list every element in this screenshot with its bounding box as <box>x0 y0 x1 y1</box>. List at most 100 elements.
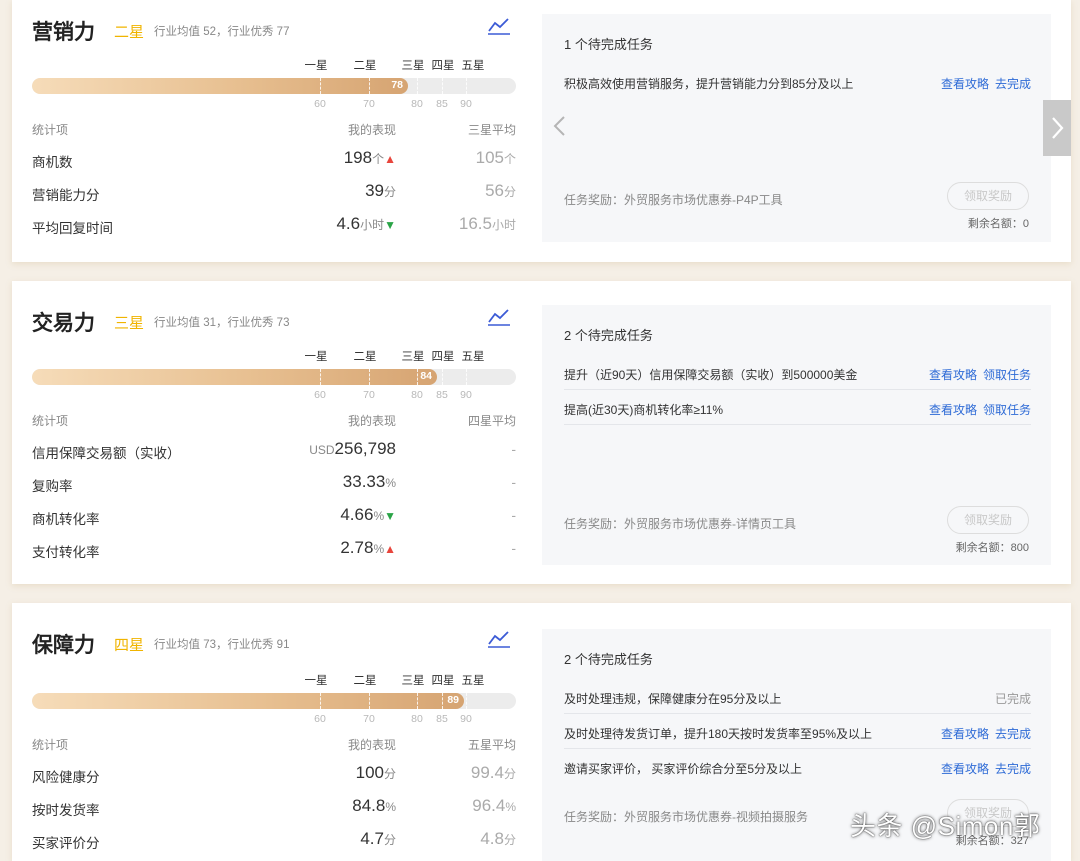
score-value: 78 <box>391 79 403 91</box>
carousel-next-button[interactable] <box>1043 100 1071 156</box>
stats-header: 统计项 我的表现 三星平均 <box>32 121 516 137</box>
section-title: 营销力 <box>32 21 95 44</box>
completed-status: 已完成 <box>994 692 1031 706</box>
header-mine: 我的表现 <box>347 123 396 137</box>
go-complete-link[interactable]: 去完成 <box>995 762 1031 776</box>
tick-label: 85 <box>436 713 448 725</box>
task-text: 及时处理待发货订单，提升180天按时发货率至95%及以上 <box>564 727 873 741</box>
task-panel: 2 个待完成任务 提升（近90天）信用保障交易额（实收）到500000美金 查看… <box>542 305 1051 565</box>
row-value: 4.7分 <box>360 829 396 848</box>
task-item: 及时处理待发货订单，提升180天按时发货率至95%及以上 查看攻略 去完成 <box>564 714 1031 749</box>
carousel-prev-icon[interactable] <box>550 114 568 138</box>
view-guide-link[interactable]: 查看攻略 <box>941 762 989 776</box>
row-avg: - <box>511 441 516 457</box>
row-value: 2.78%▲ <box>340 538 396 557</box>
stats-row: 营销能力分 39分 56分 <box>32 181 516 203</box>
task-reward: 任务奖励：外贸服务市场优惠券-P4P工具 <box>564 193 783 207</box>
trend-chart-icon[interactable] <box>487 306 511 326</box>
section-left-panel: 营销力 二星 行业均值 52，行业优秀 77 一星 二星 三星 四星 五星 78… <box>32 0 532 262</box>
stats-row: 风险健康分 100分 99.4分 <box>32 763 516 785</box>
star-level-badge: 四星 <box>114 637 145 654</box>
header-avg: 四星平均 <box>467 414 516 428</box>
stats-row: 信用保障交易额（实收） USD256,798 - <box>32 439 516 461</box>
task-count-title: 1 个待完成任务 <box>564 37 653 52</box>
tick-label: 60 <box>314 389 326 401</box>
task-text: 提高(近30天)商机转化率≥11% <box>564 403 724 417</box>
trend-chart-icon[interactable] <box>487 15 511 35</box>
task-text: 及时处理违规，保障健康分在95分及以上 <box>564 692 782 706</box>
star-mark: 五星 <box>461 351 485 363</box>
row-label: 复购率 <box>32 479 73 494</box>
score-bar: 84 <box>32 369 516 385</box>
trend-up-icon: ▲ <box>384 542 396 556</box>
score-ticks: 60 70 80 85 90 <box>32 389 532 401</box>
score-ticks: 60 70 80 85 90 <box>32 713 532 725</box>
go-complete-link[interactable]: 去完成 <box>995 77 1031 91</box>
row-avg: - <box>511 474 516 490</box>
view-guide-link[interactable]: 查看攻略 <box>929 403 977 417</box>
row-value: 84.8% <box>352 796 396 815</box>
trend-down-icon: ▼ <box>384 509 396 523</box>
row-avg: 105个 <box>475 148 516 167</box>
score-bar-fill <box>32 693 464 709</box>
header-mine: 我的表现 <box>347 414 396 428</box>
tick-label: 70 <box>363 713 375 725</box>
header-item: 统计项 <box>32 738 69 752</box>
star-mark: 三星 <box>401 60 425 72</box>
header-item: 统计项 <box>32 414 69 428</box>
tick-label: 60 <box>314 713 326 725</box>
row-value: USD256,798 <box>309 439 396 458</box>
tick-label: 85 <box>436 98 448 110</box>
view-guide-link[interactable]: 查看攻略 <box>941 727 989 741</box>
star-mark: 五星 <box>461 675 485 687</box>
score-ticks: 60 70 80 85 90 <box>32 98 532 110</box>
star-mark: 一星 <box>304 675 328 687</box>
claim-reward-button[interactable]: 领取奖励 <box>947 506 1029 534</box>
row-value: 4.6小时▼ <box>336 214 396 233</box>
industry-benchmark: 行业均值 31，行业优秀 73 <box>154 317 290 329</box>
score-bar: 78 <box>32 78 516 94</box>
row-value: 100分 <box>355 763 396 782</box>
header-avg: 五星平均 <box>467 738 516 752</box>
star-mark: 四星 <box>431 351 455 363</box>
task-item: 积极高效使用营销服务，提升营销能力分到85分及以上 查看攻略 去完成 <box>564 64 1031 99</box>
row-label: 平均回复时间 <box>32 221 113 236</box>
stats-row: 平均回复时间 4.6小时▼ 16.5小时 <box>32 214 516 236</box>
star-mark: 一星 <box>304 351 328 363</box>
row-label: 支付转化率 <box>32 545 100 560</box>
row-label: 买家评价分 <box>32 836 100 851</box>
tick-label: 90 <box>460 98 472 110</box>
star-mark: 二星 <box>353 60 377 72</box>
go-complete-link[interactable]: 去完成 <box>995 727 1031 741</box>
claim-reward-button[interactable]: 领取奖励 <box>947 182 1029 210</box>
star-mark: 一星 <box>304 60 328 72</box>
star-mark: 三星 <box>401 675 425 687</box>
task-reward: 任务奖励：外贸服务市场优惠券-详情页工具 <box>564 517 796 531</box>
tick-label: 90 <box>460 389 472 401</box>
star-mark: 四星 <box>431 675 455 687</box>
stats-row: 复购率 33.33% - <box>32 472 516 494</box>
star-mark: 二星 <box>353 351 377 363</box>
star-mark: 四星 <box>431 60 455 72</box>
view-guide-link[interactable]: 查看攻略 <box>941 77 989 91</box>
claim-task-link[interactable]: 领取任务 <box>983 368 1031 382</box>
trend-down-icon: ▼ <box>384 218 396 232</box>
section-card-transaction: 交易力 三星 行业均值 31，行业优秀 73 一星 二星 三星 四星 五星 84… <box>12 281 1071 584</box>
row-avg: 16.5小时 <box>458 214 516 233</box>
row-label: 风险健康分 <box>32 770 100 785</box>
stats-row: 商机数 198个▲ 105个 <box>32 148 516 170</box>
tick-label: 80 <box>411 713 423 725</box>
star-marks: 一星 二星 三星 四星 五星 <box>32 348 532 363</box>
tick-label: 85 <box>436 389 448 401</box>
row-avg: 99.4分 <box>470 763 516 782</box>
stats-row: 按时发货率 84.8% 96.4% <box>32 796 516 818</box>
view-guide-link[interactable]: 查看攻略 <box>929 368 977 382</box>
watermark: 头条 @Simon郭 <box>850 811 1041 841</box>
trend-chart-icon[interactable] <box>487 628 511 648</box>
star-marks: 一星 二星 三星 四星 五星 <box>32 57 532 72</box>
tick-label: 70 <box>363 389 375 401</box>
claim-task-link[interactable]: 领取任务 <box>983 403 1031 417</box>
tick-label: 90 <box>460 713 472 725</box>
remaining-quota: 剩余名额：800 <box>955 542 1029 554</box>
stats-row: 商机转化率 4.66%▼ - <box>32 505 516 527</box>
